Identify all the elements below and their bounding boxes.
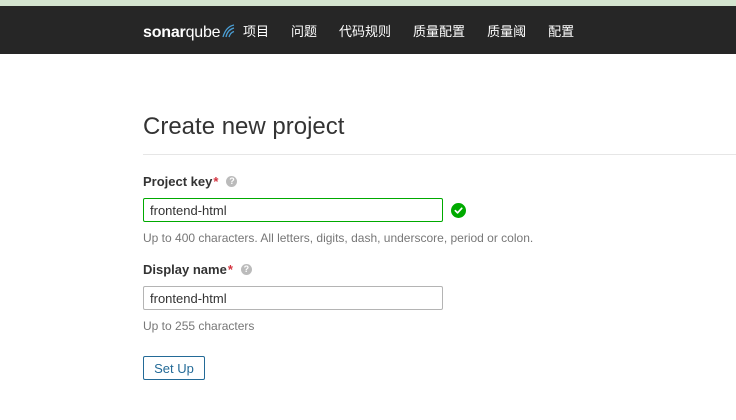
valid-check-icon <box>451 203 466 218</box>
nav-item-administration[interactable]: 配置 <box>548 21 574 40</box>
project-key-hint: Up to 400 characters. All letters, digit… <box>143 231 534 245</box>
help-icon[interactable]: ? <box>240 264 252 275</box>
checkmark-icon <box>454 207 463 214</box>
display-name-label-text: Display name <box>143 262 227 277</box>
display-name-hint: Up to 255 characters <box>143 319 255 333</box>
title-divider <box>143 154 736 155</box>
nav-item-quality-gates[interactable]: 质量阈 <box>487 21 526 40</box>
nav-item-issues[interactable]: 问题 <box>291 21 317 40</box>
display-name-input[interactable] <box>143 286 443 310</box>
project-key-label-text: Project key <box>143 174 213 189</box>
nav-item-projects[interactable]: 项目 <box>243 21 269 40</box>
project-key-input[interactable] <box>143 198 443 222</box>
logo-text-light: qube <box>185 24 221 41</box>
set-up-button[interactable]: Set Up <box>143 356 205 380</box>
page-title: Create new project <box>143 113 345 140</box>
top-navbar: sonar qube 项目 问题 代码规则 质量配置 质量阈 配置 <box>0 6 736 54</box>
nav-item-rules[interactable]: 代码规则 <box>339 21 391 40</box>
nav-item-quality-profiles[interactable]: 质量配置 <box>413 21 465 40</box>
display-name-label: Display name * ? <box>143 262 252 277</box>
main-nav: 项目 问题 代码规则 质量配置 质量阈 配置 <box>243 6 596 54</box>
required-marker: * <box>213 174 219 189</box>
help-icon[interactable]: ? <box>226 176 238 187</box>
required-marker: * <box>227 262 233 277</box>
project-key-label: Project key * ? <box>143 174 238 189</box>
sonarqube-logo[interactable]: sonar qube <box>143 20 235 42</box>
logo-waves-icon <box>222 24 235 38</box>
logo-text-bold: sonar <box>143 24 186 41</box>
